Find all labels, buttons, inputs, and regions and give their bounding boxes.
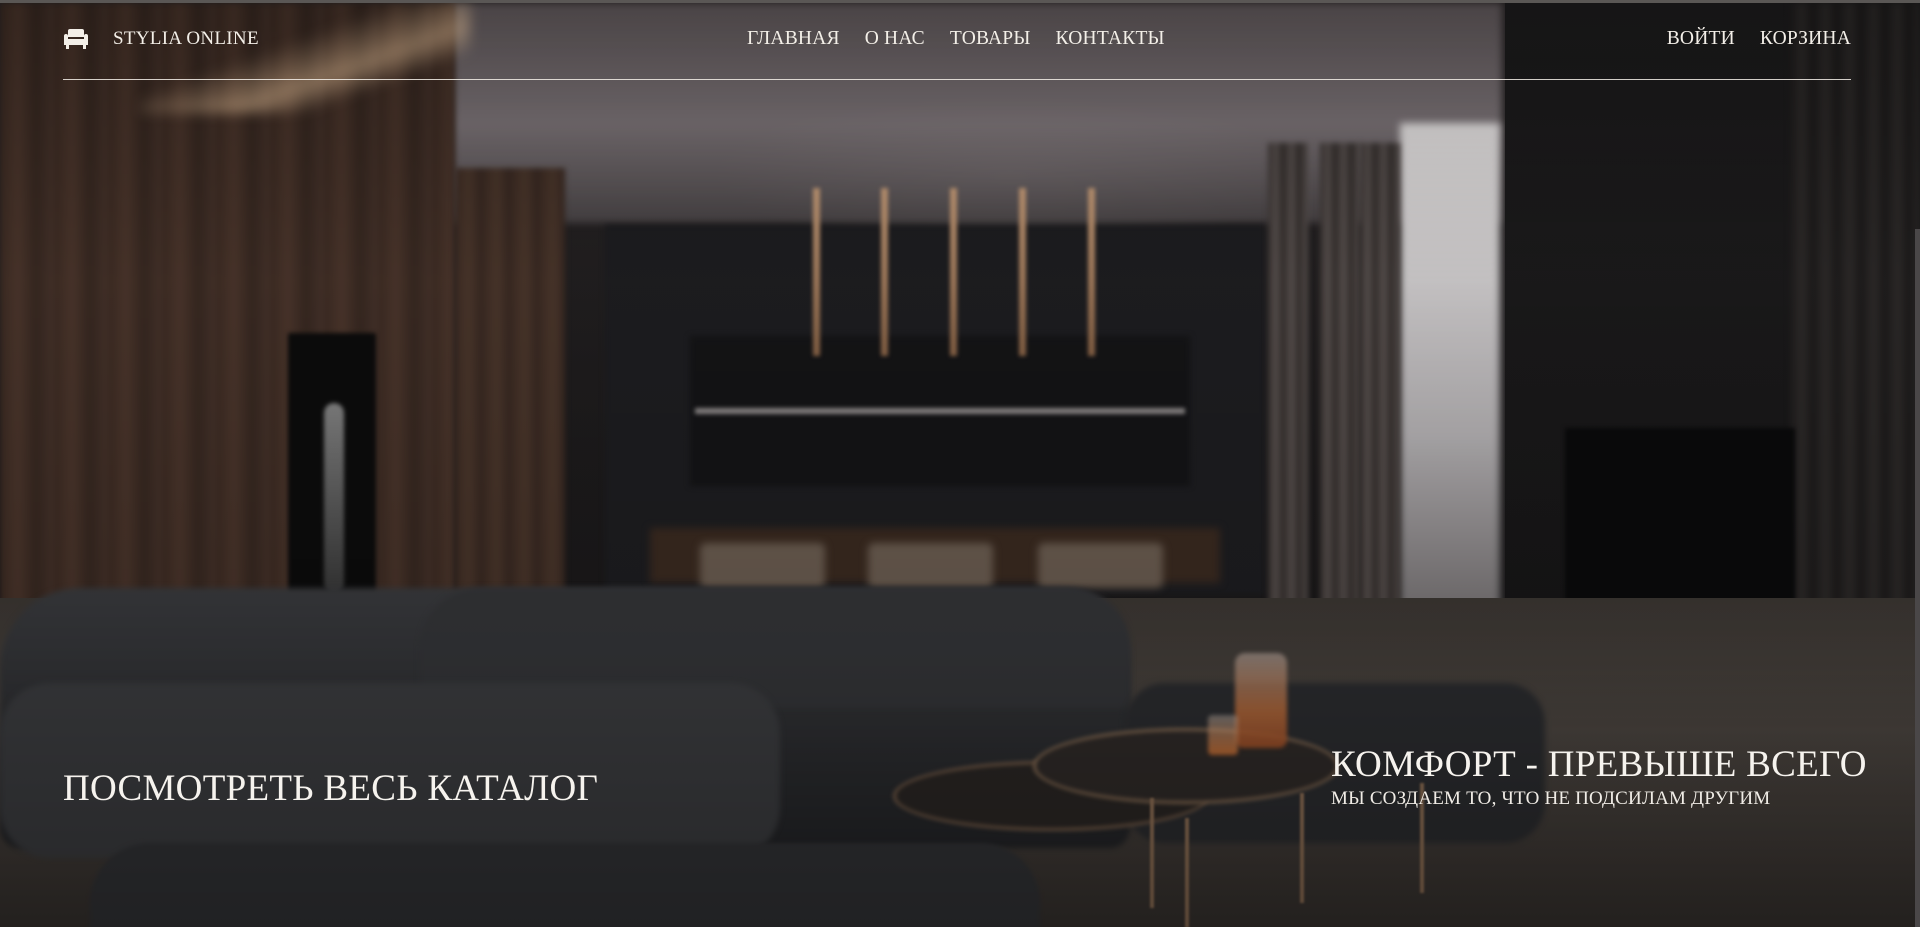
brand-name: STYLIA ONLINE [113,28,259,49]
slogan-title: КОМФОРТ - ПРЕВЫШЕ ВСЕГО [1331,744,1867,785]
page: STYLIA ONLINE ГЛАВНАЯ О НАС ТОВАРЫ КОНТА… [0,0,1920,927]
login-link[interactable]: ВОЙТИ [1667,28,1735,50]
nav-contacts[interactable]: КОНТАКТЫ [1056,28,1165,50]
nav-about[interactable]: О НАС [865,28,925,50]
armchair-icon [63,28,89,50]
hero-slogan: КОМФОРТ - ПРЕВЫШЕ ВСЕГО МЫ СОЗДАЕМ ТО, Ч… [1331,743,1867,810]
site-header: STYLIA ONLINE ГЛАВНАЯ О НАС ТОВАРЫ КОНТА… [63,3,1851,80]
main-nav: ГЛАВНАЯ О НАС ТОВАРЫ КОНТАКТЫ [747,28,1165,50]
cart-link[interactable]: КОРЗИНА [1760,28,1851,50]
slogan-subtitle: МЫ СОЗДАЕМ ТО, ЧТО НЕ ПОДСИЛАМ ДРУГИМ [1331,788,1771,809]
scrollbar[interactable] [1915,229,1920,927]
nav-products[interactable]: ТОВАРЫ [950,28,1031,50]
view-catalog-link[interactable]: ПОСМОТРЕТЬ ВЕСЬ КАТАЛОГ [63,767,598,810]
brand-link[interactable]: STYLIA ONLINE [63,28,259,50]
nav-home[interactable]: ГЛАВНАЯ [747,28,840,50]
user-nav: ВОЙТИ КОРЗИНА [1667,28,1851,50]
